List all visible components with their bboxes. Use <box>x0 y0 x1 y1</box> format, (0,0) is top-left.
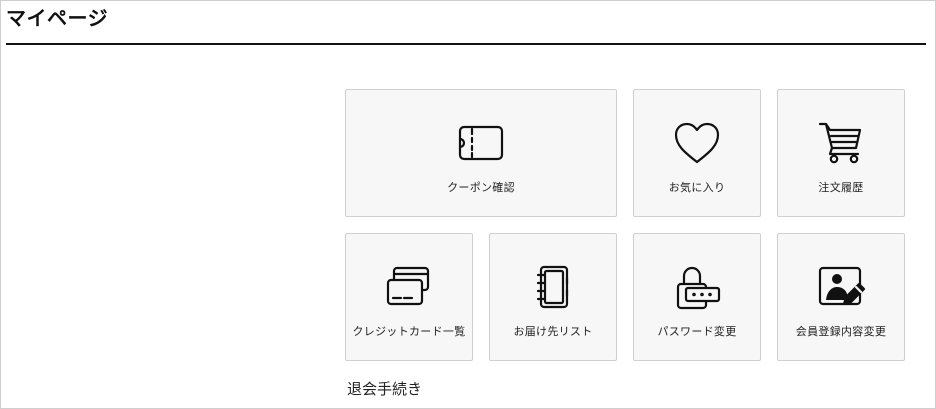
credit-card-tile[interactable]: クレジットカード一覧 <box>345 233 473 361</box>
order-history-tile[interactable]: 注文履歴 <box>777 89 905 217</box>
favorites-tile[interactable]: お気に入り <box>633 89 761 217</box>
heart-icon <box>672 120 722 166</box>
cart-icon <box>816 120 866 166</box>
password-change-tile-label: パスワード変更 <box>657 325 737 338</box>
member-info-edit-tile[interactable]: 会員登録内容変更 <box>777 233 905 361</box>
padlock-icon <box>672 264 722 310</box>
password-change-tile[interactable]: パスワード変更 <box>633 233 761 361</box>
member-info-edit-tile-label: 会員登録内容変更 <box>795 325 887 338</box>
address-list-tile[interactable]: お届け先リスト <box>489 233 617 361</box>
address-book-icon <box>528 264 578 310</box>
withdraw-link[interactable]: 退会手続き <box>347 378 422 400</box>
coupon-tile-label: クーポン確認 <box>447 181 515 194</box>
title-divider <box>6 43 926 45</box>
order-history-tile-label: 注文履歴 <box>818 181 864 194</box>
credit-card-tile-label: クレジットカード一覧 <box>352 325 466 338</box>
credit-card-icon <box>384 264 434 310</box>
page-title: マイページ <box>6 6 109 30</box>
coupon-icon <box>456 120 506 166</box>
favorites-tile-label: お気に入り <box>668 181 726 194</box>
address-list-tile-label: お届け先リスト <box>513 325 593 338</box>
coupon-tile[interactable]: クーポン確認 <box>345 89 617 217</box>
profile-edit-icon <box>816 264 866 310</box>
